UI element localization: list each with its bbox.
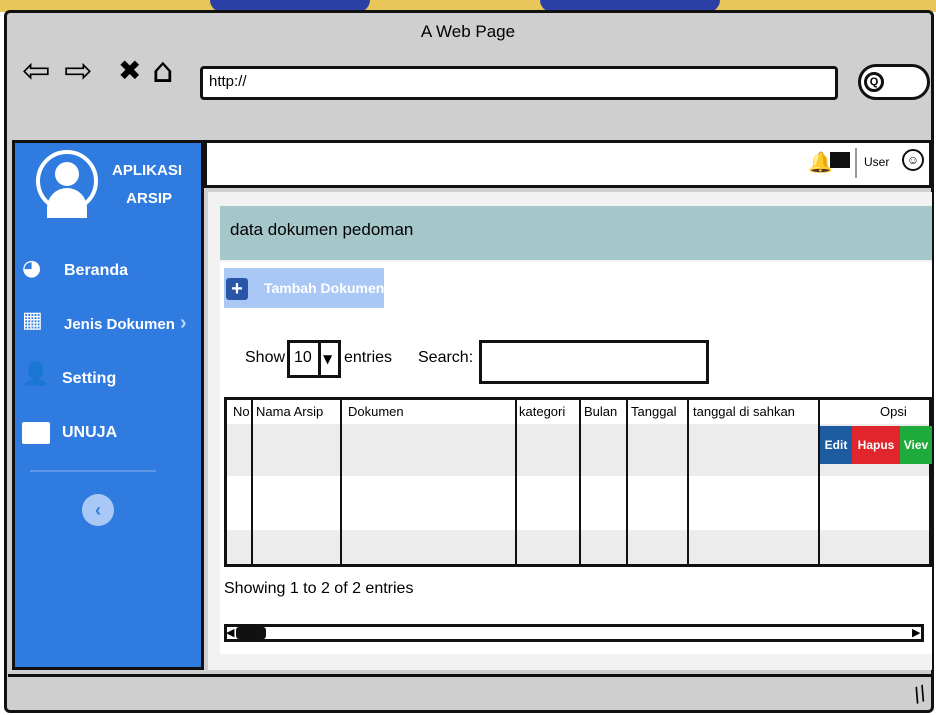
column-header-kategori[interactable]: kategori (519, 404, 565, 419)
sidebar-item-beranda[interactable]: Beranda (64, 262, 128, 280)
column-header-tanggal-di-sahkan[interactable]: tanggal di sahkan (693, 404, 795, 419)
table-row (227, 530, 929, 564)
column-divider (251, 400, 253, 564)
search-input[interactable] (479, 340, 709, 384)
scroll-right-icon[interactable]: ▶ (912, 626, 920, 639)
topbar-divider (855, 148, 857, 178)
stop-icon[interactable]: ✖ (118, 54, 141, 88)
horizontal-scrollbar[interactable] (224, 624, 924, 642)
sidebar-item-jenis-dokumen[interactable]: Jenis Dokumen (64, 316, 175, 333)
user-avatar-icon[interactable]: ☺ (902, 149, 924, 171)
column-divider (687, 400, 689, 564)
app-name-line1: APLIKASI (111, 162, 182, 179)
entries-label: entries (344, 349, 393, 366)
scroll-left-icon[interactable]: ◀ (226, 626, 234, 639)
search-icon[interactable]: Q (864, 72, 884, 92)
plus-icon[interactable]: + (226, 278, 248, 300)
column-divider (626, 400, 628, 564)
show-label: Show (245, 349, 286, 366)
add-document-label[interactable]: Tambah Dokumen (264, 280, 384, 296)
column-header-dokumen[interactable]: Dokumen (348, 404, 404, 419)
mail-icon[interactable] (830, 152, 850, 168)
home-icon[interactable]: ⌂ (152, 54, 174, 88)
window-title: A Web Page (420, 22, 516, 41)
page-size-select[interactable]: 10 (287, 340, 341, 378)
sidebar-divider (30, 470, 156, 472)
column-header-bulan[interactable]: Bulan (584, 404, 617, 419)
pagination-info: Showing 1 to 2 of 2 entries (224, 580, 414, 597)
user-icon: 👤 (22, 362, 50, 387)
collapse-sidebar-button[interactable]: ‹ (82, 494, 114, 526)
sidebar-item-setting[interactable]: Setting (62, 370, 116, 388)
dashboard-icon: ◕ (22, 256, 42, 281)
column-header-opsi[interactable]: Opsi (880, 404, 907, 419)
column-divider (515, 400, 517, 564)
folder-icon (22, 422, 50, 444)
forward-icon[interactable]: ⇨ (64, 54, 93, 88)
chevron-down-icon[interactable]: ▼ (323, 352, 332, 366)
column-divider (340, 400, 342, 564)
sidebar-item-unuja[interactable]: UNUJA (62, 424, 117, 442)
page-size-divider (318, 340, 321, 378)
user-label[interactable]: User (864, 155, 889, 169)
grid-icon: ▦ (22, 308, 43, 333)
edit-button[interactable]: Edit (820, 426, 852, 464)
back-icon[interactable]: ⇦ (22, 54, 51, 88)
delete-button[interactable]: Hapus (852, 426, 900, 464)
page-title: data dokumen pedoman (220, 206, 932, 260)
column-divider (818, 400, 820, 564)
status-bar-border (8, 674, 932, 677)
view-button[interactable]: Viev (900, 426, 932, 464)
chevron-right-icon[interactable]: › (180, 312, 187, 335)
url-field[interactable]: http:// (200, 66, 838, 100)
avatar-head (55, 162, 79, 186)
search-label: Search: (418, 349, 474, 366)
app-name-line2: ARSIP (126, 190, 172, 207)
sidebar (12, 140, 204, 670)
column-header-nama-arsip[interactable]: Nama Arsip (256, 404, 323, 419)
column-header-tanggal[interactable]: Tanggal (631, 404, 677, 419)
scrollbar-thumb[interactable] (236, 627, 266, 639)
column-header-no[interactable]: No (233, 404, 250, 419)
column-divider (579, 400, 581, 564)
